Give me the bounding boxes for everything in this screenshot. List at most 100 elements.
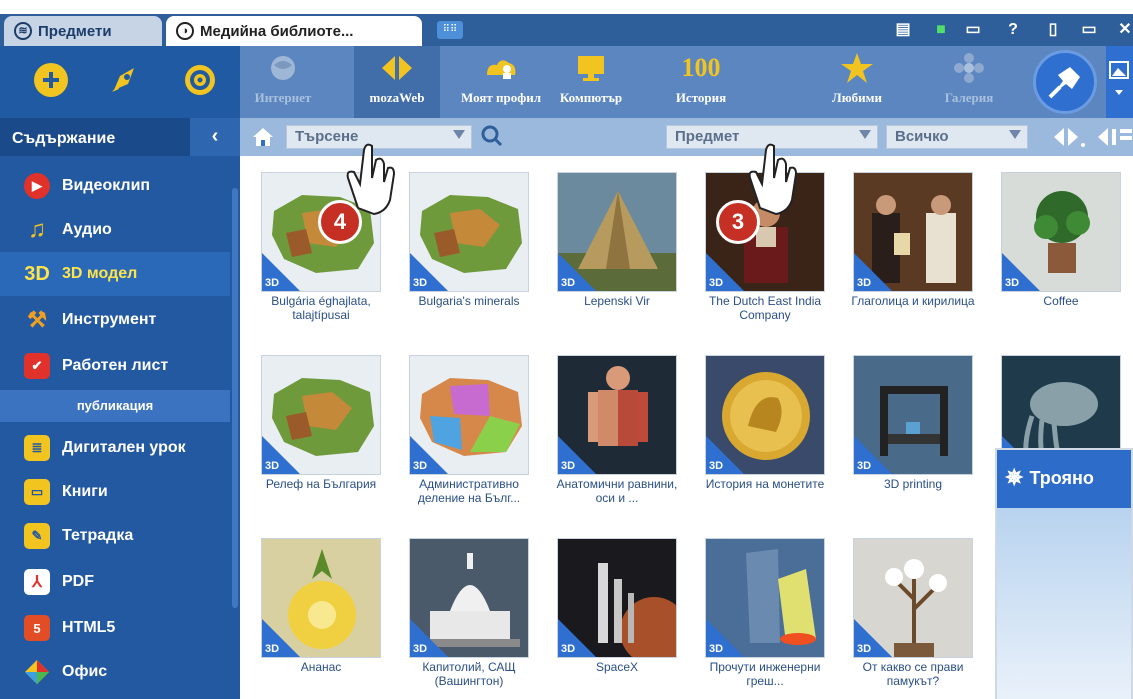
popup-window[interactable]: ✵ Трояно bbox=[995, 448, 1133, 699]
sidebar-item-html5[interactable]: 5 HTML5 bbox=[0, 606, 230, 650]
media-thumbnail[interactable]: 3D bbox=[261, 538, 381, 658]
sidebar-item-digital-lesson[interactable]: ≣ Дигитален урок bbox=[0, 426, 230, 470]
media-item[interactable]: 3D Lepenski Vir bbox=[550, 172, 684, 308]
media-caption[interactable]: Lepenski Vir bbox=[550, 294, 684, 308]
sidebar-item-notebook[interactable]: ✎ Тетрадка bbox=[0, 514, 230, 558]
sidebar-item-label: PDF bbox=[62, 573, 94, 590]
quick-toolbar bbox=[0, 46, 240, 118]
media-caption[interactable]: Релеф на България bbox=[254, 477, 388, 491]
nav-history[interactable]: 100 История bbox=[658, 46, 744, 118]
home-icon[interactable] bbox=[252, 127, 274, 147]
media-item[interactable]: 3D SpaceX bbox=[550, 538, 684, 674]
add-icon[interactable] bbox=[34, 63, 68, 97]
media-caption[interactable]: Капитолий, САЩ (Вашингтон) bbox=[402, 660, 536, 688]
sidebar-item-books[interactable]: ▭ Книги bbox=[0, 470, 230, 514]
media-caption[interactable]: История на монетите bbox=[698, 477, 832, 491]
sidebar-item-audio[interactable]: ♫ Аудио bbox=[0, 208, 230, 252]
layout-icon[interactable]: ▤ bbox=[892, 20, 914, 40]
monitor-icon[interactable]: ▭ bbox=[962, 20, 984, 40]
media-caption[interactable]: Ананас bbox=[254, 660, 388, 674]
nav-computer[interactable]: Компютър bbox=[548, 46, 634, 118]
nav-internet-label: Интернет bbox=[254, 90, 312, 105]
media-item[interactable]: 3D История на монетите bbox=[698, 355, 832, 491]
media-thumbnail[interactable]: 3D bbox=[1001, 172, 1121, 292]
media-item[interactable]: 3D Анатомични равнини, оси и ... bbox=[550, 355, 684, 505]
nav-gallery-label: Галерия bbox=[944, 90, 994, 105]
media-thumbnail[interactable]: 3D bbox=[409, 538, 529, 658]
media-item[interactable]: 3D Глаголица и кирилица bbox=[846, 172, 980, 308]
restore-icon[interactable]: ▯ bbox=[1042, 20, 1064, 40]
media-caption[interactable]: От какво се прави памукът? bbox=[846, 660, 980, 688]
nav-mozaweb[interactable]: mozaWeb bbox=[354, 46, 440, 118]
media-caption[interactable]: Bulgária éghajlata, talajtípusai bbox=[254, 294, 388, 322]
app-grid-icon[interactable]: ⠿⠿ bbox=[437, 21, 463, 39]
sidebar-item-3d-model[interactable]: 3D 3D модел bbox=[0, 252, 230, 296]
nav-internet[interactable]: Интернет bbox=[240, 46, 326, 118]
media-caption[interactable]: SpaceX bbox=[550, 660, 684, 674]
mozaweb-filter-icon[interactable] bbox=[1052, 126, 1088, 148]
nav-gallery[interactable]: Галерия bbox=[926, 46, 1012, 118]
media-thumbnail[interactable]: 3D bbox=[853, 355, 973, 475]
media-thumbnail[interactable]: 3D bbox=[261, 355, 381, 475]
pin-button[interactable] bbox=[1033, 50, 1097, 114]
media-caption[interactable]: Прочути инженерни греш... bbox=[698, 660, 832, 688]
sidebar-item-tool[interactable]: ⚒ Инструмент bbox=[0, 298, 230, 342]
media-caption[interactable]: The Dutch East India Company bbox=[698, 294, 832, 322]
media-item[interactable]: 3D Административно деление на Бълг... bbox=[402, 355, 536, 505]
nav-favorites[interactable]: Любими bbox=[814, 46, 900, 118]
sidebar-item-label: Офис bbox=[62, 663, 108, 680]
media-thumbnail[interactable]: 3D bbox=[853, 172, 973, 292]
tool-icon: ⚒ bbox=[27, 307, 47, 332]
sidebar-item-video[interactable]: ▶ Видеоклип bbox=[0, 164, 230, 208]
media-thumbnail[interactable]: 3D bbox=[705, 355, 825, 475]
media-thumbnail[interactable]: 3D bbox=[409, 355, 529, 475]
chevron-down-icon bbox=[453, 130, 465, 139]
media-item[interactable]: 3D Капитолий, САЩ (Вашингтон) bbox=[402, 538, 536, 688]
media-item[interactable]: 3D Bulgaria's minerals bbox=[402, 172, 536, 308]
green-screen-icon[interactable]: ■ bbox=[930, 20, 952, 40]
tab-subjects-label: Предмети bbox=[38, 22, 112, 40]
media-thumbnail[interactable]: 3D bbox=[557, 538, 677, 658]
tab-subjects[interactable]: ≋ Предмети bbox=[4, 16, 162, 46]
media-item[interactable]: 3D 3D printing bbox=[846, 355, 980, 491]
3d-badge: 3D bbox=[413, 643, 428, 655]
media-thumbnail[interactable]: 3D bbox=[557, 355, 677, 475]
media-caption[interactable]: Coffee bbox=[994, 294, 1128, 308]
3d-badge: 3D bbox=[1005, 277, 1020, 289]
image-menu-button[interactable] bbox=[1106, 46, 1133, 118]
close-icon[interactable]: ✕ bbox=[1114, 20, 1133, 40]
media-item[interactable]: 3D Релеф на България bbox=[254, 355, 388, 491]
media-item[interactable]: 3D Coffee bbox=[994, 172, 1128, 308]
media-caption[interactable]: Административно деление на Бълг... bbox=[402, 477, 536, 505]
media-item[interactable]: 3D От какво се прави памукът? bbox=[846, 538, 980, 688]
search-icon[interactable] bbox=[480, 124, 504, 148]
media-caption[interactable]: Bulgaria's minerals bbox=[402, 294, 536, 308]
media-thumbnail[interactable]: 3D bbox=[705, 538, 825, 658]
collapse-sidebar-button[interactable]: ‹ bbox=[190, 118, 240, 156]
view-toggle-icon[interactable] bbox=[1096, 126, 1133, 148]
sidebar-item-label: Дигитален урок bbox=[62, 439, 186, 456]
media-caption[interactable]: Анатомични равнини, оси и ... bbox=[550, 477, 684, 505]
media-thumbnail[interactable]: 3D bbox=[557, 172, 677, 292]
publication-section-header: публикация bbox=[0, 390, 230, 422]
sidebar-item-worksheet[interactable]: ✔ Работен лист bbox=[0, 344, 230, 388]
maximize-icon[interactable]: ▭ bbox=[1078, 20, 1100, 40]
tab-media-library[interactable]: ◑ Медийна библиоте... bbox=[166, 16, 422, 46]
media-thumbnail[interactable]: 3D bbox=[409, 172, 529, 292]
rocket-icon[interactable] bbox=[104, 60, 144, 100]
sidebar-item-office[interactable]: Офис bbox=[0, 650, 230, 694]
target-icon[interactable] bbox=[180, 60, 220, 100]
media-item[interactable]: 3D Прочути инженерни греш... bbox=[698, 538, 832, 688]
media-item[interactable]: 3D Ананас bbox=[254, 538, 388, 674]
media-caption[interactable]: Глаголица и кирилица bbox=[846, 294, 980, 308]
nav-my-profile[interactable]: Моят профил bbox=[458, 46, 544, 118]
help-button[interactable]: ? bbox=[1002, 20, 1024, 40]
3d-badge: 3D bbox=[265, 277, 280, 289]
sidebar-scrollbar[interactable] bbox=[232, 188, 238, 608]
html5-icon: 5 bbox=[24, 615, 50, 641]
sidebar-item-pdf[interactable]: ⅄ PDF bbox=[0, 560, 230, 604]
nav-favorites-label: Любими bbox=[832, 90, 882, 105]
scope-select[interactable]: Всичко bbox=[886, 125, 1028, 149]
media-thumbnail[interactable]: 3D bbox=[853, 538, 973, 658]
media-caption[interactable]: 3D printing bbox=[846, 477, 980, 491]
